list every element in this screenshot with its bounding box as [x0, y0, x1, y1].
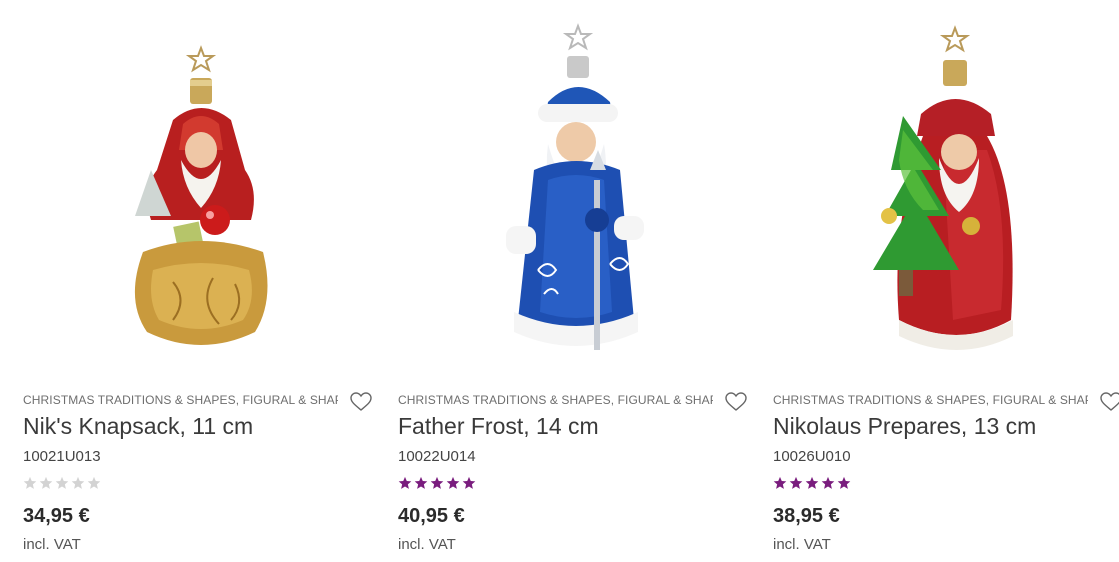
product-sku: 10026U010 [773, 448, 851, 465]
product-category: CHRISTMAS TRADITIONS & SHAPES, FIGURAL &… [398, 393, 713, 407]
star-icon [837, 476, 851, 489]
product-title[interactable]: Nikolaus Prepares, 13 cm [773, 410, 1036, 442]
product-price: 34,95 € [23, 505, 90, 527]
product-title[interactable]: Father Frost, 14 cm [398, 410, 599, 442]
product-title[interactable]: Nik's Knapsack, 11 cm [23, 410, 253, 442]
star-icon [39, 476, 53, 489]
star-icon [23, 476, 37, 489]
product-price: 40,95 € [398, 505, 465, 527]
star-icon [398, 476, 412, 489]
product-price: 38,95 € [773, 505, 840, 527]
star-icon [71, 476, 85, 489]
rating-stars [398, 476, 476, 492]
star-icon [462, 476, 476, 489]
heart-icon[interactable] [725, 392, 747, 412]
heart-icon[interactable] [350, 392, 372, 412]
star-icon [414, 476, 428, 489]
star-icon [55, 476, 69, 489]
product-card[interactable]: CHRISTMAS TRADITIONS & SHAPES, FIGURAL &… [23, 0, 375, 562]
product-category: CHRISTMAS TRADITIONS & SHAPES, FIGURAL &… [23, 393, 338, 407]
heart-icon[interactable] [1100, 392, 1119, 412]
rating-stars [773, 476, 851, 492]
product-card[interactable]: CHRISTMAS TRADITIONS & SHAPES, FIGURAL &… [773, 0, 1119, 562]
star-icon [773, 476, 787, 489]
rating-stars [23, 476, 101, 492]
product-category: CHRISTMAS TRADITIONS & SHAPES, FIGURAL &… [773, 393, 1088, 407]
product-card[interactable]: CHRISTMAS TRADITIONS & SHAPES, FIGURAL &… [398, 0, 750, 562]
vat-note: incl. VAT [398, 536, 456, 553]
star-icon [789, 476, 803, 489]
product-sku: 10022U014 [398, 448, 476, 465]
product-image[interactable] [23, 20, 375, 370]
star-icon [430, 476, 444, 489]
product-image[interactable] [773, 20, 1119, 370]
star-icon [821, 476, 835, 489]
product-sku: 10021U013 [23, 448, 101, 465]
nikolaus-tree-ornament-image [873, 25, 1013, 350]
product-grid: CHRISTMAS TRADITIONS & SHAPES, FIGURAL &… [0, 0, 1119, 562]
product-image[interactable] [398, 20, 750, 370]
father-frost-ornament-image [506, 23, 644, 350]
star-icon [805, 476, 819, 489]
vat-note: incl. VAT [773, 536, 831, 553]
star-icon [446, 476, 460, 489]
vat-note: incl. VAT [23, 536, 81, 553]
santa-knapsack-ornament-image [134, 45, 268, 345]
star-icon [87, 476, 101, 489]
